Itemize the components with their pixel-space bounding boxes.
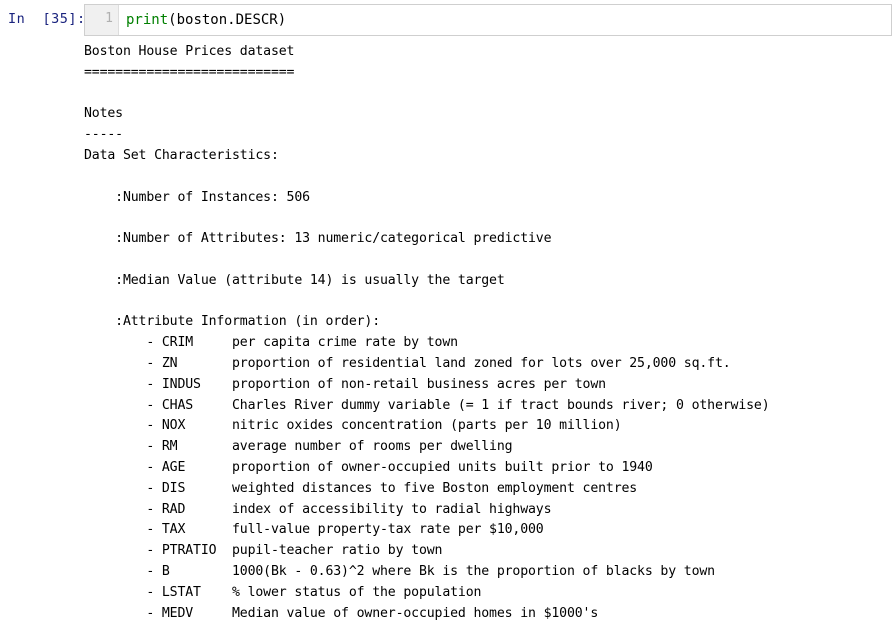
code-cell[interactable]: In [35]: 1 print(boston.DESCR) [0, 0, 894, 36]
output-line: - MEDV Median value of owner-occupied ho… [84, 605, 599, 621]
output-line: :Attribute Information (in order): [84, 314, 381, 330]
output-line: Data Set Characteristics: [84, 147, 279, 163]
output-line: - RAD index of accessibility to radial h… [84, 501, 552, 517]
output-line: :Number of Attributes: 13 numeric/catego… [84, 231, 552, 247]
output-line: - B 1000(Bk - 0.63)^2 where Bk is the pr… [84, 563, 715, 579]
output-line: Boston House Prices dataset [84, 44, 295, 59]
output-line: - CRIM per capita crime rate by town [84, 335, 458, 351]
notebook-container: In [35]: 1 print(boston.DESCR) Boston Ho… [0, 0, 894, 643]
output-line: =========================== [84, 64, 295, 80]
output-line: - NOX nitric oxides concentration (parts… [84, 418, 622, 434]
cell-output-text: Boston House Prices dataset =============… [84, 36, 894, 624]
output-line: :Median Value (attribute 14) is usually … [84, 272, 505, 288]
output-line: - TAX full-value property-tax rate per $… [84, 522, 544, 538]
output-line: Notes [84, 106, 123, 122]
code-input-area[interactable]: 1 print(boston.DESCR) [84, 4, 892, 36]
input-prompt-label: In [35]: [8, 11, 86, 27]
output-line: - LSTAT % lower status of the population [84, 584, 482, 600]
output-line: - DIS weighted distances to five Boston … [84, 480, 638, 496]
output-line: ----- [84, 127, 123, 143]
output-line: - ZN proportion of residential land zone… [84, 355, 731, 371]
output-line: - RM average number of rooms per dwellin… [84, 439, 513, 455]
code-token-rest: (boston.DESCR) [168, 12, 287, 28]
output-line: - AGE proportion of owner-occupied units… [84, 459, 653, 475]
cell-output-row: Boston House Prices dataset =============… [0, 36, 894, 624]
output-line: :Number of Instances: 506 [84, 189, 310, 205]
code-token-builtin: print [126, 12, 169, 28]
output-line: - PTRATIO pupil-teacher ratio by town [84, 543, 443, 559]
line-number-gutter: 1 [85, 5, 119, 35]
output-line: - CHAS Charles River dummy variable (= 1… [84, 397, 770, 413]
output-line: - INDUS proportion of non-retail busines… [84, 376, 606, 392]
code-editor[interactable]: print(boston.DESCR) [119, 5, 891, 35]
